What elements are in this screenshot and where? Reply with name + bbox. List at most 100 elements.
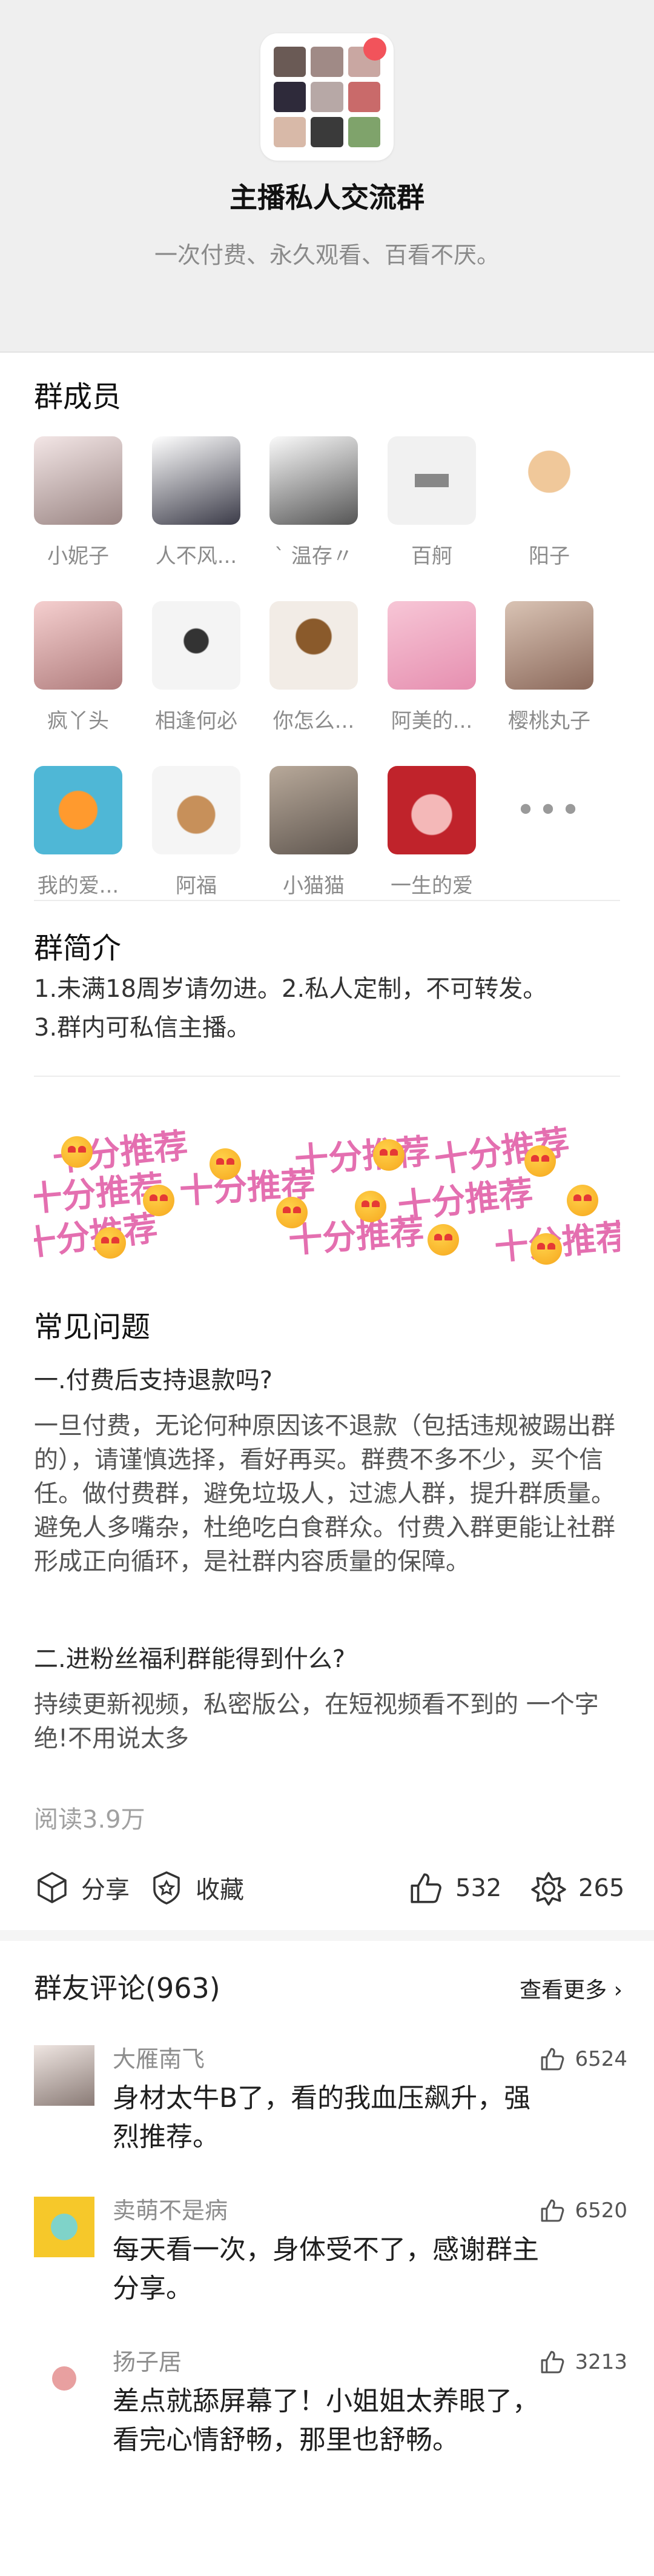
member-avatar	[34, 766, 122, 854]
member-name: ` 温存〃	[274, 544, 353, 568]
member-item[interactable]: 你怎么...	[256, 601, 371, 734]
comment-item: 大雁南飞 身材太牛B了，看的我血压飙升，强烈推荐。 6524	[34, 2045, 627, 2166]
see-more-label: 查看更多	[520, 1978, 607, 2003]
chevron-right-icon: ›	[613, 1978, 623, 2003]
member-item[interactable]: 樱桃丸子	[492, 601, 607, 734]
member-name: 阳子	[529, 544, 570, 568]
member-item[interactable]: 相逢何必	[139, 601, 254, 734]
gift-button[interactable]: 265	[530, 1869, 624, 1907]
comment-like-count: 6524	[575, 2047, 627, 2071]
comments-title: 群友评论(963)	[34, 1972, 220, 2005]
comment-like-button[interactable]: 3213	[538, 2348, 627, 2376]
faq-title: 常见问题	[34, 1310, 151, 1344]
avatar-shape	[52, 2366, 76, 2391]
group-avatar-grid	[274, 47, 380, 147]
member-name: 一生的爱	[391, 874, 473, 898]
comment-item: 卖萌不是病 每天看一次，身体受不了，感谢群主分享。 6520	[34, 2197, 627, 2318]
member-item[interactable]: 小猫猫	[256, 766, 371, 899]
heart-eyes-emoji-icon	[373, 1139, 405, 1171]
favorite-label: 收藏	[196, 1876, 244, 1904]
gear-flower-icon	[531, 1872, 566, 1906]
comment-like-button[interactable]: 6524	[538, 2045, 627, 2073]
group-avatar-tile	[311, 82, 343, 112]
comment-item: 扬子居 差点就舔屏幕了！小姐姐太养眼了，看完心情舒畅，那里也舒畅。 3213	[34, 2348, 627, 2506]
thumb-up-icon	[541, 2199, 564, 2222]
member-avatar	[34, 601, 122, 690]
recommend-banner: 十分推荐 十分推荐 十分推荐 十分推荐 十分推荐 十分推荐 十分推荐 十分推荐 …	[34, 1124, 620, 1270]
member-name: 阿福	[176, 874, 217, 898]
member-avatar	[152, 601, 240, 690]
heart-eyes-emoji-icon	[428, 1224, 459, 1256]
like-button[interactable]: 532	[407, 1869, 501, 1907]
member-avatar	[505, 601, 593, 690]
read-count: 阅读3.9万	[34, 1806, 145, 1834]
group-avatar-tile	[274, 117, 306, 147]
divider	[34, 900, 620, 901]
member-name: 疯丫头	[47, 709, 109, 733]
member-item[interactable]: 人不风...	[139, 436, 254, 569]
member-avatar	[388, 766, 476, 854]
member-name: 相逢何必	[155, 709, 237, 733]
member-avatar	[388, 436, 476, 525]
thumb-up-icon	[541, 2351, 564, 2374]
faq-answer: 一旦付费，无论何种原因该不退款（包括违规被踢出群的），请谨慎选择，看好再买。群费…	[34, 1412, 615, 1576]
like-count: 532	[455, 1874, 502, 1902]
group-avatar-tile	[311, 117, 343, 147]
heart-eyes-emoji-icon	[143, 1185, 174, 1216]
member-item[interactable]: 阿福	[139, 766, 254, 899]
heart-eyes-emoji-icon	[210, 1148, 241, 1180]
avatar[interactable]	[34, 2197, 94, 2257]
heart-eyes-emoji-icon	[524, 1145, 556, 1177]
favorite-button[interactable]: 收藏	[148, 1869, 244, 1906]
notification-dot	[363, 38, 386, 61]
thumb-up-icon	[411, 1873, 441, 1903]
heart-eyes-emoji-icon	[355, 1191, 386, 1222]
member-name: 人不风...	[155, 544, 237, 568]
faq-question: 一.付费后支持退款吗?	[34, 1366, 272, 1394]
member-name: 小猫猫	[283, 874, 345, 898]
intro-text: 1.未满18周岁请勿进。2.私人定制，不可转发。 3.群内可私信主播。	[34, 970, 627, 1047]
member-item[interactable]: 百舸	[374, 436, 489, 569]
heart-eyes-emoji-icon	[94, 1227, 126, 1259]
comment-author: 扬子居	[113, 2349, 182, 2375]
member-item[interactable]: 我的爱...	[21, 766, 136, 899]
member-item[interactable]: ` 温存〃	[256, 436, 371, 569]
heart-eyes-emoji-icon	[530, 1233, 562, 1265]
avatar[interactable]	[34, 2045, 94, 2106]
avatar[interactable]	[34, 2348, 94, 2409]
intro-title: 群简介	[34, 931, 122, 965]
faq-answer: 持续更新视频，私密版公，在短视频看不到的 一个字绝!不用说太多	[34, 1691, 599, 1752]
comment-text: 身材太牛B了，看的我血压飙升，强烈推荐。	[113, 2083, 531, 2152]
share-label: 分享	[81, 1876, 130, 1904]
member-item[interactable]: 小妮子	[21, 436, 136, 569]
member-item[interactable]: 阳子	[492, 436, 607, 569]
comment-like-button[interactable]: 6520	[538, 2197, 627, 2225]
member-item[interactable]: 疯丫头	[21, 601, 136, 734]
cube-icon	[38, 1872, 67, 1903]
group-avatar-tile	[274, 82, 306, 112]
comment-text: 每天看一次，身体受不了，感谢群主分享。	[113, 2234, 539, 2304]
member-avatar	[269, 601, 358, 690]
comment-like-count: 6520	[575, 2198, 627, 2223]
member-item[interactable]: 阿美的...	[374, 601, 489, 734]
group-header: 主播私人交流群 一次付费、永久观看、百看不厌。	[0, 0, 654, 353]
member-name: 你怎么...	[272, 709, 355, 733]
member-avatar-shape	[415, 474, 449, 487]
member-avatar	[152, 436, 240, 525]
member-avatar	[269, 436, 358, 525]
more-members-button[interactable]: •••	[492, 766, 607, 854]
see-more-link[interactable]: 查看更多 ›	[520, 1972, 623, 2004]
member-name: 我的爱...	[37, 874, 119, 898]
group-avatar-tile	[348, 117, 380, 147]
comment-author: 大雁南飞	[113, 2046, 205, 2072]
member-item[interactable]: 一生的爱	[374, 766, 489, 899]
ellipsis-icon: •••	[515, 790, 583, 830]
member-name: 樱桃丸子	[508, 709, 590, 733]
comment-author: 卖萌不是病	[113, 2197, 228, 2224]
heart-eyes-emoji-icon	[61, 1136, 93, 1168]
group-avatar-tile	[274, 47, 306, 77]
comment-like-count: 3213	[575, 2350, 627, 2374]
member-name: 百舸	[411, 544, 452, 568]
section-gap	[0, 1930, 654, 1941]
share-button[interactable]: 分享	[34, 1869, 130, 1906]
